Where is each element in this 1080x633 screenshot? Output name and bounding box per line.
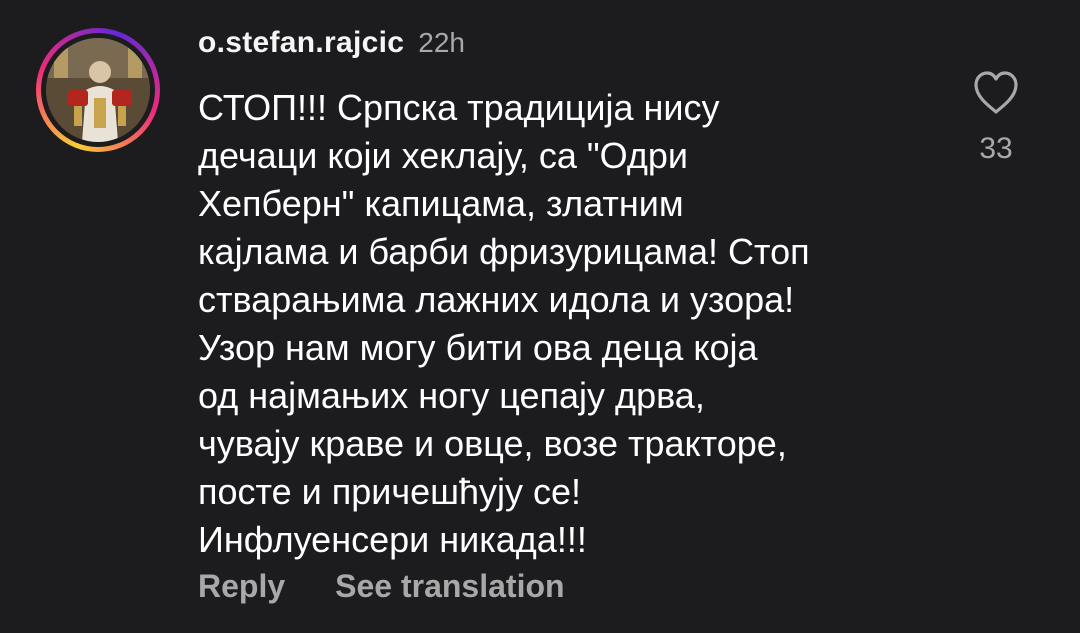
avatar-photo-icon xyxy=(46,38,150,142)
avatar-gap xyxy=(41,33,155,147)
story-ring[interactable] xyxy=(36,28,160,152)
like-count: 33 xyxy=(979,132,1013,165)
comment-header: o.stefan.rajcic 22h xyxy=(198,26,465,60)
reply-button[interactable]: Reply xyxy=(198,568,285,605)
heart-icon[interactable] xyxy=(972,70,1020,116)
timestamp: 22h xyxy=(418,27,465,58)
avatar[interactable] xyxy=(46,38,150,142)
like-area: 33 xyxy=(966,70,1026,166)
username[interactable]: o.stefan.rajcic xyxy=(198,26,404,60)
see-translation-button[interactable]: See translation xyxy=(335,568,564,605)
comment-actions: Reply See translation xyxy=(198,568,565,605)
comment-text: СТОП!!! Српска традиција нису дечаци кој… xyxy=(198,87,810,560)
